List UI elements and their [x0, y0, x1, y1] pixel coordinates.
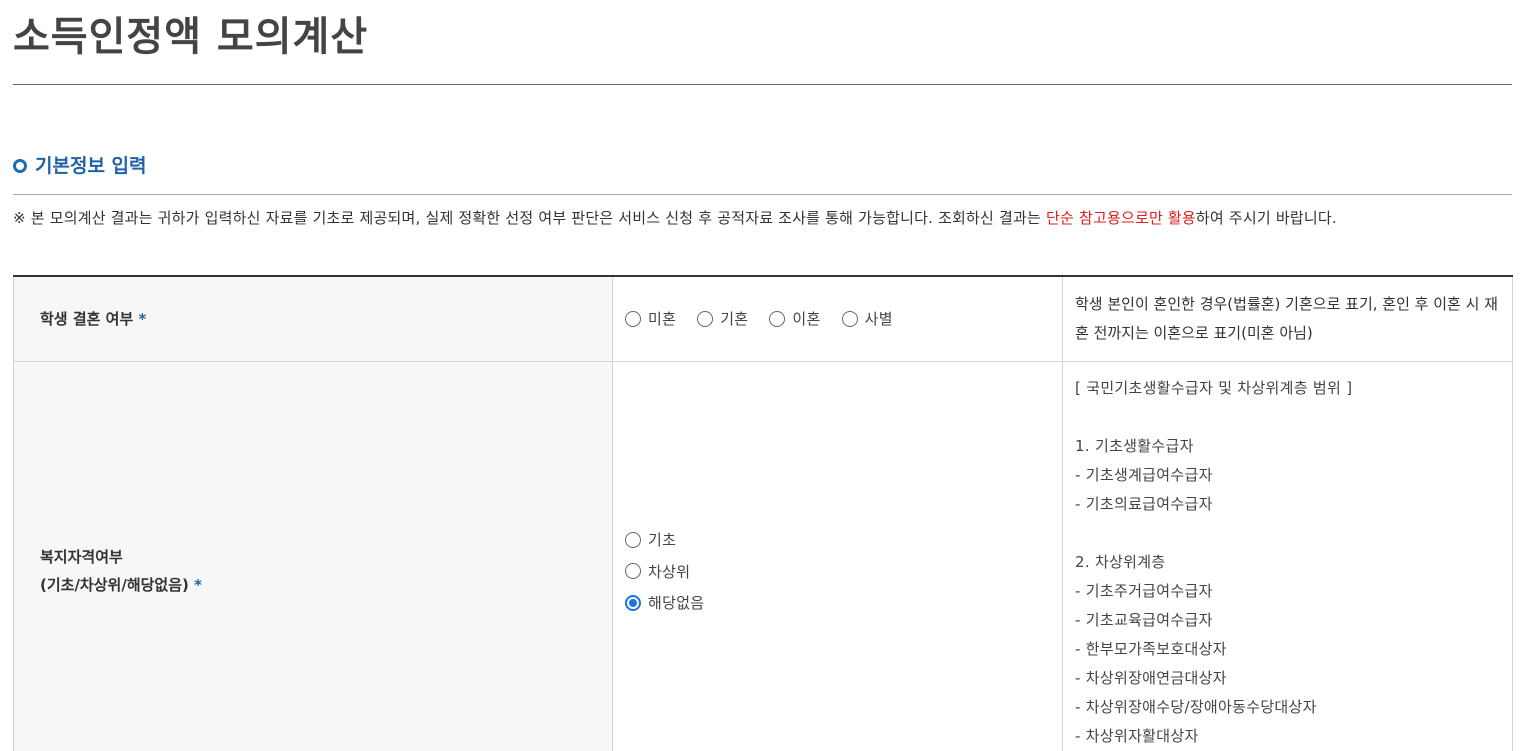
basic-info-form: 학생 결혼 여부 * 미혼 기혼 이혼 사별 학생 본인이 혼인한 경우(법률혼… — [13, 275, 1513, 751]
radio-circle[interactable] — [769, 310, 786, 327]
ring-bullet-icon — [13, 159, 27, 173]
notice-suffix: 하여 주시기 바랍니다. — [1195, 209, 1337, 227]
marriage-radio-group: 미혼 기혼 이혼 사별 — [625, 308, 1061, 329]
welfare-info-list: [ 국민기초생활수급자 및 차상위계층 범위 ] 1. 기초생활수급자 - 기초… — [1075, 374, 1500, 751]
welfare-label-sub: (기초/차상위/해당없음) — [40, 576, 189, 594]
radio-label: 기초 — [648, 531, 677, 549]
info-group-title: 2. 차상위계층 — [1075, 552, 1166, 571]
page: 소득인정액 모의계산 기본정보 입력 ※ 본 모의계산 결과는 귀하가 입력하신… — [0, 0, 1521, 751]
welfare-row: 복지자격여부 (기초/차상위/해당없음) * 기초 차상위 해당없음 [국민기… — [13, 360, 1513, 751]
marriage-label: 학생 결혼 여부 — [40, 309, 134, 328]
radio-circle-checked[interactable] — [625, 594, 641, 611]
marriage-info-cell: 학생 본인이 혼인한 경우(법률혼) 기혼으로 표기, 혼인 후 이혼 시 재혼… — [1062, 275, 1513, 362]
info-title: [ 국민기초생활수급자 및 차상위계층 범위 ] — [1075, 378, 1353, 397]
welfare-label-cell: 복지자격여부 (기초/차상위/해당없음) * — [13, 360, 613, 751]
info-item: - 차상위장애수당/장애아동수당대상자 — [1075, 697, 1317, 716]
radio-label: 사별 — [864, 310, 893, 329]
marriage-option-divorced[interactable]: 이혼 — [769, 308, 820, 329]
info-item: - 기초주거급여수급자 — [1075, 581, 1213, 600]
marriage-option-widowed[interactable]: 사별 — [841, 308, 893, 329]
info-spacer — [1075, 519, 1500, 548]
marriage-label-cell: 학생 결혼 여부 * — [13, 275, 613, 362]
welfare-option-none[interactable]: 해당없음 — [625, 587, 1061, 619]
radio-circle[interactable] — [625, 310, 641, 327]
radio-label: 이혼 — [792, 310, 821, 329]
info-item: - 기초교육급여수급자 — [1075, 610, 1213, 629]
info-item: - 차상위자활대상자 — [1075, 726, 1199, 745]
welfare-option-near-poverty[interactable]: 차상위 — [625, 555, 1061, 587]
title-divider — [13, 84, 1512, 85]
radio-circle[interactable] — [697, 310, 714, 327]
radio-circle[interactable] — [841, 310, 858, 327]
radio-label: 해당없음 — [648, 594, 705, 612]
info-item: - 기초생계급여수급자 — [1075, 465, 1213, 484]
info-item: - 한부모가족보호대상자 — [1075, 639, 1227, 658]
radio-circle[interactable] — [625, 531, 641, 548]
welfare-info-cell: [ 국민기초생활수급자 및 차상위계층 범위 ] 1. 기초생활수급자 - 기초… — [1062, 360, 1513, 751]
info-item: - 기초의료급여수급자 — [1075, 494, 1213, 513]
marriage-option-single[interactable]: 미혼 — [625, 308, 676, 329]
page-title: 소득인정액 모의계산 — [13, 14, 369, 60]
section-heading: 기본정보 입력 — [13, 152, 147, 180]
marriage-option-married[interactable]: 기혼 — [697, 308, 748, 329]
notice-text: ※ 본 모의계산 결과는 귀하가 입력하신 자료를 기초로 제공되며, 실제 정… — [13, 209, 1046, 227]
notice-highlight: 단순 참고용으로만 활용 — [1045, 209, 1196, 227]
radio-circle[interactable] — [625, 563, 641, 579]
info-item: - 차상위장애연금대상자 — [1075, 668, 1227, 687]
info-group-title: 1. 기초생활수급자 — [1075, 436, 1194, 455]
welfare-input-cell: 기초 차상위 해당없음 — [612, 360, 1063, 751]
required-mark: * — [194, 576, 202, 594]
marriage-info-text: 학생 본인이 혼인한 경우(법률혼) 기혼으로 표기, 혼인 후 이혼 시 재혼… — [1075, 294, 1498, 342]
info-spacer — [1075, 403, 1500, 432]
welfare-option-basic[interactable]: 기초 — [625, 524, 1061, 556]
section-divider — [13, 194, 1512, 195]
radio-label: 기혼 — [720, 310, 749, 329]
disclaimer-notice: ※ 본 모의계산 결과는 귀하가 입력하신 자료를 기초로 제공되며, 실제 정… — [13, 204, 1512, 233]
radio-label: 차상위 — [648, 562, 691, 581]
radio-label: 미혼 — [648, 310, 677, 329]
welfare-radio-group: 기초 차상위 해당없음 — [625, 524, 1061, 619]
marriage-input-cell: 미혼 기혼 이혼 사별 — [612, 275, 1063, 362]
required-mark: * — [138, 309, 147, 328]
section-heading-text: 기본정보 입력 — [35, 155, 147, 177]
marriage-row: 학생 결혼 여부 * 미혼 기혼 이혼 사별 학생 본인이 혼인한 경우(법률혼… — [13, 275, 1513, 362]
welfare-label: 복지자격여부 — [40, 548, 123, 566]
